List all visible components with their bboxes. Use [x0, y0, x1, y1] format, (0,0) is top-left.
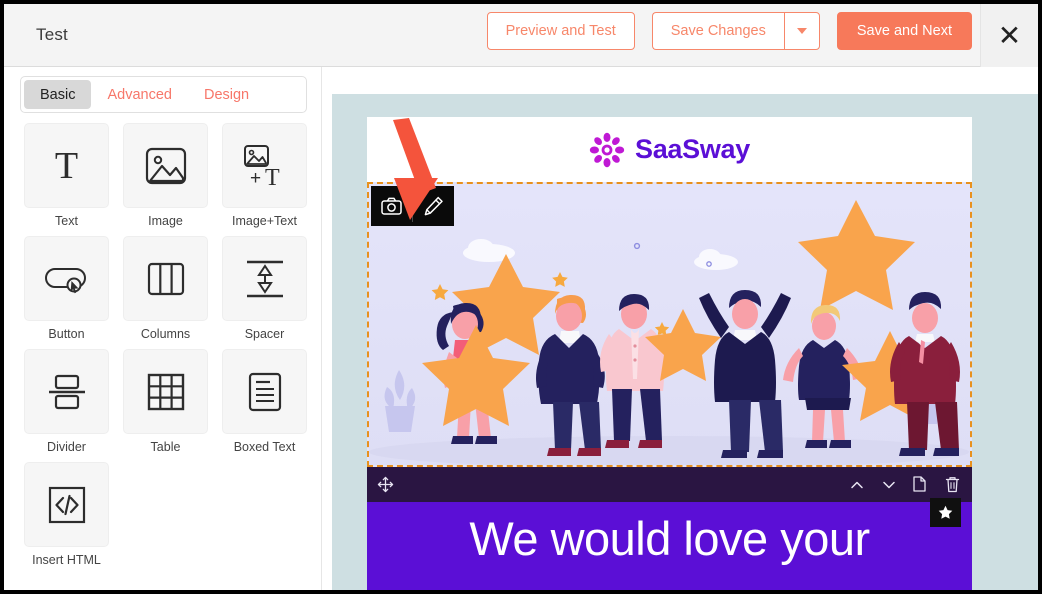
banner-text: We would love your [469, 512, 870, 565]
move-down-button[interactable] [881, 477, 897, 493]
save-changes-dropdown-toggle[interactable] [783, 12, 820, 50]
block-tile [24, 349, 109, 434]
block-label: Columns [140, 327, 191, 341]
svg-text:T: T [265, 165, 280, 188]
banner-text-block[interactable]: We would love your [367, 502, 972, 590]
save-and-next-button[interactable]: Save and Next [836, 12, 972, 50]
replace-image-button[interactable] [371, 186, 412, 226]
delete-block-button[interactable] [945, 476, 960, 493]
brand-name: SaaSway [635, 134, 750, 164]
flower-petal-logo-icon [589, 132, 625, 167]
columns-three-icon [147, 262, 184, 295]
header-actions: Preview and Test Save Changes Save and N… [486, 12, 972, 50]
save-changes-button[interactable]: Save Changes [651, 12, 784, 50]
block-action-toolbar [367, 467, 972, 502]
move-up-button[interactable] [849, 477, 865, 493]
block-tile [24, 236, 109, 321]
block-toolbar-left [377, 476, 394, 493]
block-tile [123, 123, 208, 208]
trash-icon [945, 477, 960, 493]
table-grid-icon [147, 373, 184, 410]
chevron-down-icon [796, 28, 807, 34]
block-label: Button [48, 327, 85, 341]
block-item-divider[interactable]: Divider [24, 349, 109, 454]
block-label: Text [55, 214, 78, 228]
app-header: Test Preview and Test Save Changes Save … [4, 4, 1038, 67]
email-logo-row[interactable]: SaaSway [367, 117, 972, 182]
image-plus-text-icon: + T [243, 144, 280, 188]
block-item-columns[interactable]: Columns [123, 236, 208, 341]
block-toolbar-right [849, 476, 960, 493]
preview-and-test-button[interactable]: Preview and Test [486, 12, 635, 50]
block-label: Table [150, 440, 181, 454]
block-label: Spacer [244, 327, 285, 341]
sidebar-tabs: Basic Advanced Design [20, 76, 307, 113]
block-tile [222, 236, 307, 321]
camera-icon [381, 197, 402, 215]
block-item-spacer[interactable]: Spacer [222, 236, 307, 341]
block-tile: T [24, 123, 109, 208]
email-preview: SaaSway We would love your [367, 117, 972, 590]
favorite-block-badge[interactable] [930, 498, 961, 527]
chevron-up-icon [851, 481, 863, 488]
blocks-sidebar: Basic Advanced Design T Text Image + T I… [4, 67, 322, 590]
code-brackets-icon [48, 486, 85, 523]
tab-basic[interactable]: Basic [24, 80, 92, 109]
close-icon[interactable]: ✕ [980, 4, 1038, 67]
spacer-arrows-icon [246, 260, 283, 297]
text-serif-T-icon: T [54, 144, 79, 187]
duplicate-block-button[interactable] [913, 476, 929, 493]
block-item-boxed-text[interactable]: Boxed Text [222, 349, 307, 454]
pencil-icon [424, 196, 443, 215]
chevron-down-icon [883, 481, 895, 488]
image-hover-toolbar [371, 186, 454, 226]
block-label: Boxed Text [233, 440, 296, 454]
block-item-image-text[interactable]: + T Image+Text [222, 123, 307, 228]
block-tile [222, 349, 307, 434]
image-picture-icon [145, 147, 186, 184]
edit-image-button[interactable] [413, 186, 454, 226]
block-tile [24, 462, 109, 547]
email-canvas: SaaSway We would love your [323, 67, 1038, 590]
tab-advanced[interactable]: Advanced [91, 80, 188, 109]
block-label: Insert HTML [32, 553, 101, 567]
block-label: Image+Text [232, 214, 297, 228]
page-title: Test [36, 25, 68, 44]
save-changes-split-button: Save Changes [651, 12, 820, 50]
move-arrows-icon [377, 476, 394, 493]
svg-text:+: + [250, 168, 261, 188]
block-item-image[interactable]: Image [123, 123, 208, 228]
move-handle[interactable] [377, 476, 394, 493]
block-tile [123, 236, 208, 321]
selected-image-block[interactable] [367, 182, 972, 467]
button-cursor-icon [44, 267, 86, 293]
block-item-button[interactable]: Button [24, 236, 109, 341]
boxed-text-document-icon [248, 372, 281, 411]
star-icon [938, 505, 953, 519]
email-builder-window: Test Preview and Test Save Changes Save … [4, 4, 1038, 590]
block-tile [123, 349, 208, 434]
divider-split-icon [48, 374, 85, 409]
block-tile: + T [222, 123, 307, 208]
people-holding-stars-illustration [369, 184, 970, 465]
block-item-insert-html[interactable]: Insert HTML [24, 462, 109, 567]
block-label: Divider [47, 440, 86, 454]
duplicate-icon [913, 476, 926, 492]
block-item-table[interactable]: Table [123, 349, 208, 454]
block-label: Image [148, 214, 183, 228]
block-palette: T Text Image + T Image+Text Button Colum… [24, 123, 314, 567]
block-item-text[interactable]: T Text [24, 123, 109, 228]
tab-design[interactable]: Design [188, 80, 265, 109]
